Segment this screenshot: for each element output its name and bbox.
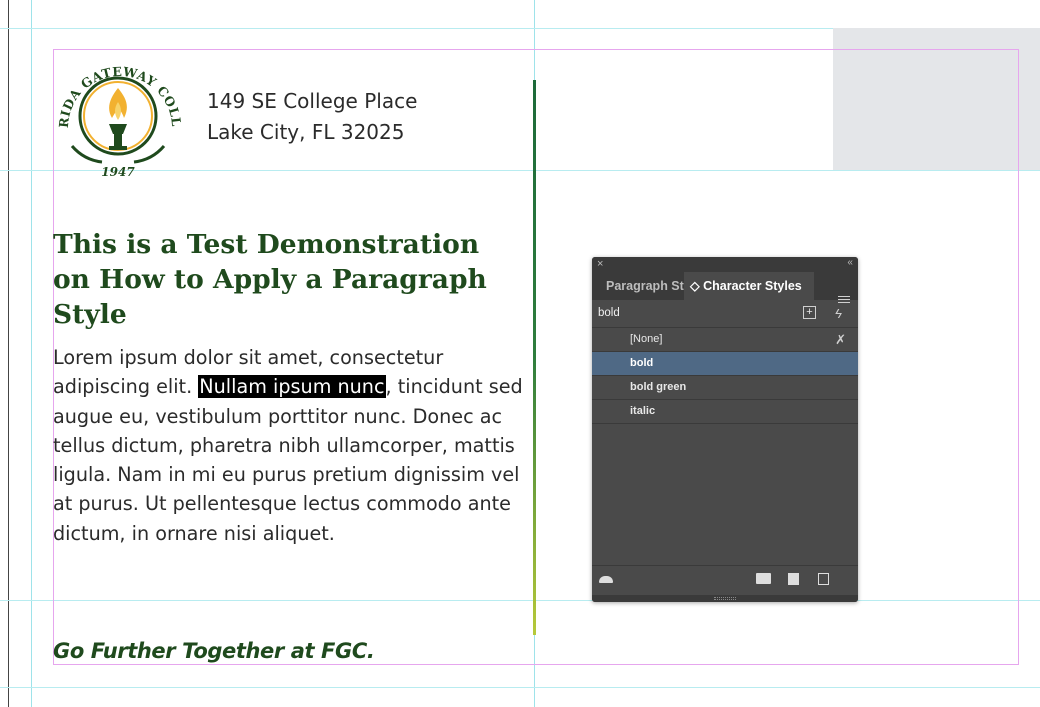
trash-icon[interactable] [818, 573, 829, 585]
current-style-name: bold [598, 307, 620, 319]
body-text-frame[interactable]: Lorem ipsum dolor sit amet, consectetur … [53, 343, 523, 548]
new-style-group-icon[interactable]: + [803, 306, 816, 319]
divider-line[interactable] [533, 80, 536, 635]
address-block[interactable]: 149 SE College Place Lake City, FL 32025 [207, 86, 417, 148]
panel-footer [592, 565, 858, 596]
quick-apply-icon[interactable]: ϟ [835, 300, 842, 327]
style-item-italic[interactable]: italic [592, 400, 858, 424]
new-style-icon[interactable] [788, 573, 799, 585]
tab-paragraph-styles[interactable]: Paragraph St [592, 272, 684, 300]
style-item-label: bold green [630, 381, 687, 393]
style-item-label: italic [630, 405, 656, 417]
document-canvas: FLORIDA GATEWAY COLLEGE 1947 149 SE Coll… [0, 0, 1040, 707]
style-list: [None] ✗ bold bold green italic [592, 328, 858, 424]
style-item-label: [None] [630, 333, 663, 345]
address-line-2: Lake City, FL 32025 [207, 120, 405, 144]
style-item-bold-green[interactable]: bold green [592, 376, 858, 400]
body-text-after: , tincidunt sed augue eu, vestibulum por… [53, 375, 523, 545]
selected-text[interactable]: Nullam ipsum nunc [198, 375, 386, 399]
tab-character-styles[interactable]: ◇ Character Styles [684, 272, 814, 300]
current-style-row: bold + ϟ [592, 300, 858, 328]
style-item-bold[interactable]: bold [592, 352, 858, 376]
style-item-none[interactable]: [None] ✗ [592, 328, 858, 352]
cloud-library-icon[interactable] [599, 576, 613, 583]
tagline[interactable]: Go Further Together at FGC. [53, 639, 375, 663]
style-item-label: bold [630, 357, 654, 369]
character-styles-panel: × ‹‹ Paragraph St ◇ Character Styles bol… [592, 257, 858, 602]
panel-title-bar[interactable]: × ‹‹ [592, 257, 858, 272]
document-heading[interactable]: This is a Test Demonstration on How to A… [53, 227, 493, 332]
logo-year: 1947 [101, 165, 135, 179]
folder-icon[interactable] [756, 573, 771, 584]
panel-tabs: Paragraph St ◇ Character Styles [592, 272, 858, 303]
close-icon[interactable]: × [597, 258, 603, 270]
clear-overrides-icon[interactable]: ✗ [835, 328, 846, 351]
guide-horizontal [0, 687, 1040, 688]
resize-grip[interactable] [592, 595, 858, 602]
address-line-1: 149 SE College Place [207, 89, 418, 113]
college-seal-logo[interactable]: FLORIDA GATEWAY COLLEGE 1947 [50, 42, 186, 182]
collapse-icon[interactable]: ‹‹ [847, 257, 853, 268]
